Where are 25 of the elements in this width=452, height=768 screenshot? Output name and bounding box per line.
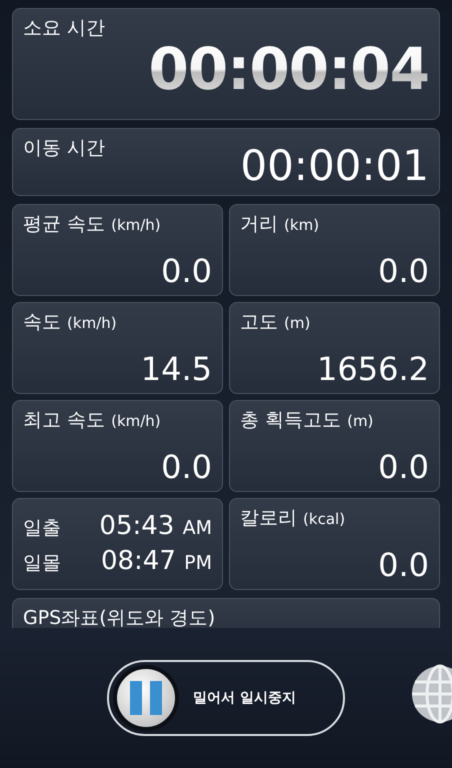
stat-value: 0.0 [378,255,429,287]
stat-value: 0.0 [378,451,429,483]
stat-label: 총 획득고도 (m) [240,409,374,432]
stat-label: 칼로리 (kcal) [240,507,346,530]
stat-value: 0.0 [161,255,212,287]
stat-value: 1656.2 [317,353,429,385]
tile-label: GPS좌표(위도와 경도) [23,607,216,628]
tile-label: 이동 시간 [23,137,106,160]
stat-label: 거리 (km) [240,213,320,236]
stat-label: 최고 속도 (km/h) [23,409,162,432]
sun-time: 08:47 PM [100,546,212,578]
globe-icon[interactable] [410,664,452,724]
sun-label: 일출 [23,516,61,540]
stat-label: 평균 속도 (km/h) [23,213,162,236]
tile-label: 소요 시간 [23,17,106,40]
sun-time: 05:43 AM [99,510,212,542]
sun-label: 일몰 [23,552,61,575]
stat-value: 0.0 [378,549,429,581]
slide-to-pause-button[interactable]: 밀어서 일시중지 [107,660,345,736]
pause-icon [113,665,179,731]
stat-value: 14.5 [140,353,212,385]
stat-label: 속도 (km/h) [23,311,118,334]
moving-time-value: 00:00:01 [240,145,429,187]
stat-value: 0.0 [161,451,212,483]
stat-label: 고도 (m) [240,311,312,334]
